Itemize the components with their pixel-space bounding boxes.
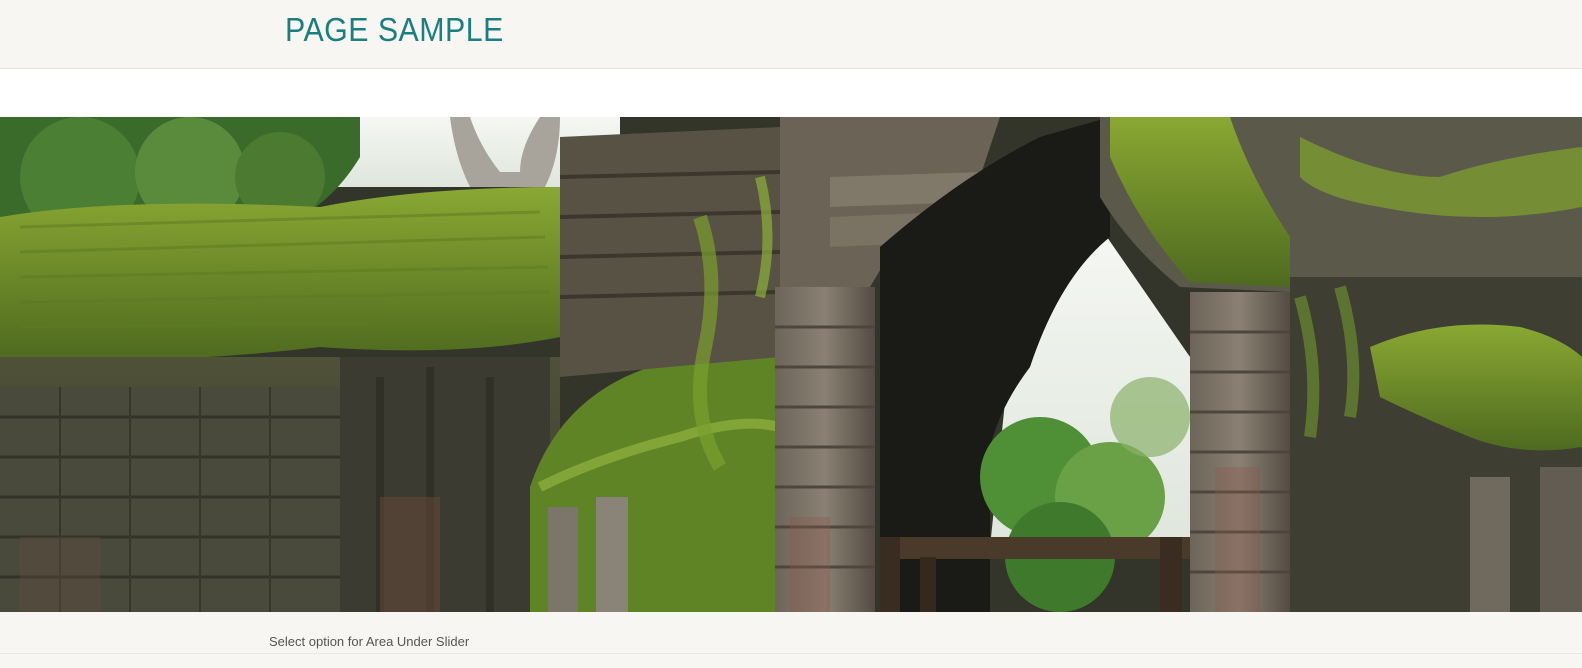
site-title[interactable]: PAGE SAMPLE [285,10,504,50]
under-slider-text: Select option for Area Under Slider [269,634,470,649]
page: PAGE SAMPLE Select option for Area Under… [0,0,1582,668]
header-spacer [0,69,1582,117]
area-under-slider: Select option for Area Under Slider [0,612,1582,668]
site-header: PAGE SAMPLE [0,0,1582,69]
hero-slider[interactable] [0,117,1582,612]
footer-divider [0,653,1582,668]
slider-image [0,117,1582,612]
